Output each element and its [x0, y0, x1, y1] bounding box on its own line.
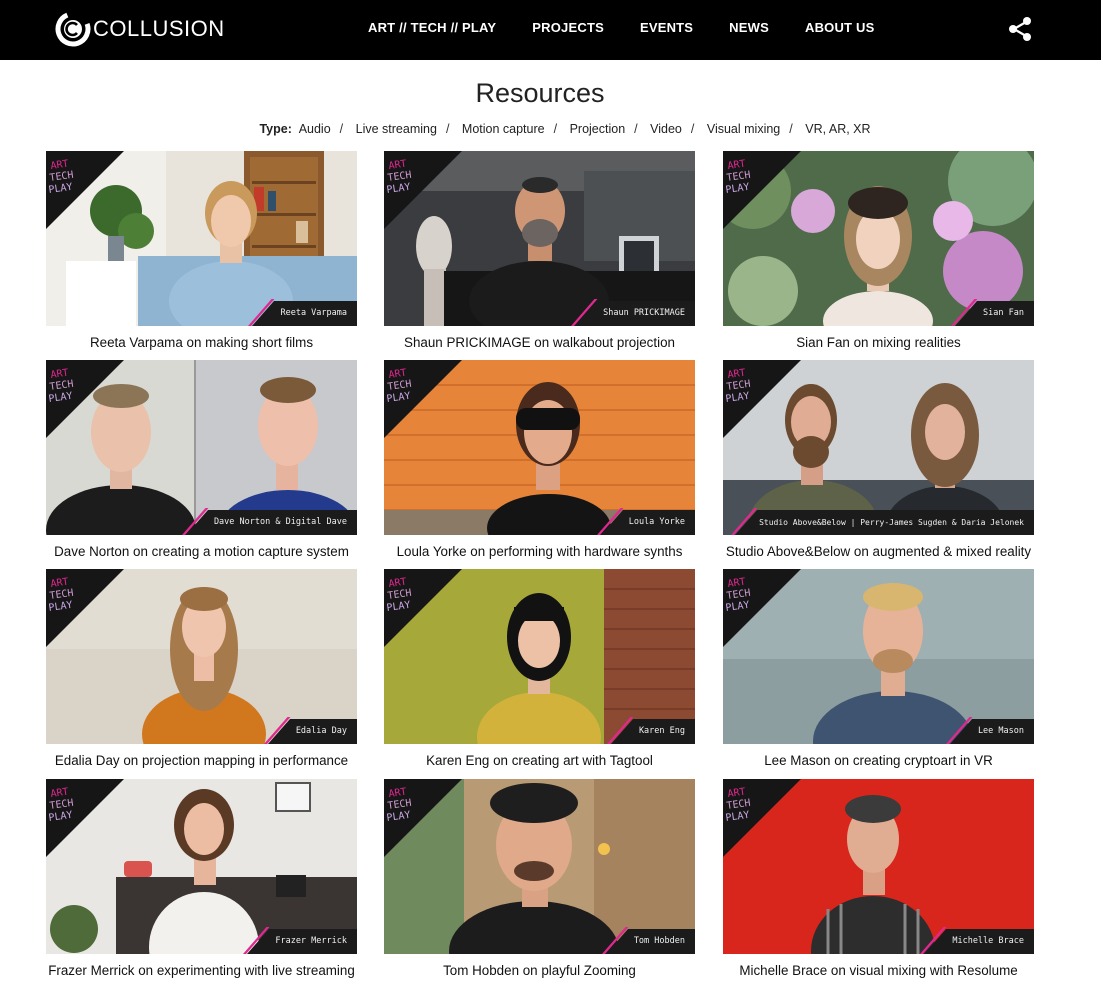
resource-title[interactable]: Karen Eng on creating art with Tagtool — [372, 753, 707, 768]
name-tag-bar: Sian Fan — [955, 301, 1034, 326]
video-thumbnail[interactable]: ART TECH PLAY Tom Hobden — [384, 779, 695, 954]
resource-card[interactable]: ART TECH PLAY Karen Eng Karen Eng on cre… — [384, 569, 695, 774]
name-tag-bar: Loula Yorke — [600, 510, 695, 535]
art-tech-play-badge: ART TECH PLAY — [723, 779, 801, 857]
resource-title[interactable]: Sian Fan on mixing realities — [711, 335, 1046, 350]
logo-text: COLLUSION — [93, 16, 225, 41]
video-thumbnail[interactable]: ART TECH PLAY Michelle Brace — [723, 779, 1034, 954]
video-thumbnail[interactable]: ART TECH PLAY Loula Yorke — [384, 360, 695, 535]
art-tech-play-badge: ART TECH PLAY — [723, 569, 801, 647]
resource-title[interactable]: Dave Norton on creating a motion capture… — [34, 544, 369, 559]
video-thumbnail[interactable]: ART TECH PLAY Edalia Day — [46, 569, 357, 744]
resource-title[interactable]: Tom Hobden on playful Zooming — [372, 963, 707, 978]
video-thumbnail[interactable]: ART TECH PLAY Frazer Merrick — [46, 779, 357, 954]
filter-audio[interactable]: Audio — [299, 122, 331, 136]
nav-about-us[interactable]: ABOUT US — [805, 20, 875, 35]
resource-card[interactable]: ART TECH PLAY Tom Hobden Tom Hobden on p… — [384, 779, 695, 984]
resource-title[interactable]: Studio Above&Below on augmented & mixed … — [711, 544, 1046, 559]
resource-card[interactable]: ART TECH PLAY Shaun PRICKIMAGE Shaun PRI… — [384, 151, 695, 356]
video-thumbnail[interactable]: ART TECH PLAY Sian Fan — [723, 151, 1034, 326]
resource-card[interactable]: ART TECH PLAY Loula Yorke Loula Yorke on… — [384, 360, 695, 565]
art-tech-play-badge: ART TECH PLAY — [384, 151, 462, 229]
resource-card[interactable]: ART TECH PLAY Reeta Varpama Reeta Varpam… — [46, 151, 357, 356]
resource-card[interactable]: ART TECH PLAY Edalia Day Edalia Day on p… — [46, 569, 357, 774]
resource-card[interactable]: ART TECH PLAY Michelle Brace Michelle Br… — [723, 779, 1034, 984]
name-tag-bar: Shaun PRICKIMAGE — [575, 301, 695, 326]
name-tag: Michelle Brace — [952, 936, 1024, 946]
name-tag: Tom Hobden — [633, 936, 685, 946]
name-tag-bar: Karen Eng — [610, 719, 695, 744]
share-icon[interactable] — [1006, 15, 1034, 43]
video-thumbnail[interactable]: ART TECH PLAY Lee Mason — [723, 569, 1034, 744]
video-thumbnail[interactable]: ART TECH PLAY Studio Above&Below | Perry… — [723, 360, 1034, 535]
resource-title[interactable]: Shaun PRICKIMAGE on walkabout projection — [372, 335, 707, 350]
name-tag-bar: Studio Above&Below | Perry-James Sugden … — [735, 510, 1034, 535]
filter-motion-capture[interactable]: Motion capture — [462, 122, 545, 136]
filter-vr-ar-xr[interactable]: VR, AR, XR — [805, 122, 870, 136]
filter-label: Type: — [259, 122, 292, 136]
video-thumbnail[interactable]: ART TECH PLAY Reeta Varpama — [46, 151, 357, 326]
video-thumbnail[interactable]: ART TECH PLAY Shaun PRICKIMAGE — [384, 151, 695, 326]
name-tag-bar: Edalia Day — [267, 719, 357, 744]
name-tag: Karen Eng — [638, 726, 685, 736]
nav-art-tech-play[interactable]: ART // TECH // PLAY — [368, 20, 496, 35]
art-tech-play-badge: ART TECH PLAY — [46, 151, 124, 229]
filter-video[interactable]: Video — [650, 122, 682, 136]
name-tag: Dave Norton & Digital Dave — [213, 517, 347, 527]
resource-card[interactable]: ART TECH PLAY Dave Norton & Digital Dave… — [46, 360, 357, 565]
name-tag-bar: Lee Mason — [949, 719, 1034, 744]
name-tag-bar: Dave Norton & Digital Dave — [185, 510, 357, 535]
name-tag: Lee Mason — [977, 726, 1024, 736]
resource-title[interactable]: Frazer Merrick on experimenting with liv… — [34, 963, 369, 978]
resource-title[interactable]: Lee Mason on creating cryptoart in VR — [711, 753, 1046, 768]
main-nav: ART // TECH // PLAY PROJECTS EVENTS NEWS… — [368, 20, 874, 35]
filter-visual-mixing[interactable]: Visual mixing — [707, 122, 780, 136]
name-tag: Shaun PRICKIMAGE — [603, 308, 685, 318]
name-tag: Loula Yorke — [628, 517, 685, 527]
name-tag: Edalia Day — [295, 726, 347, 736]
art-tech-play-badge: ART TECH PLAY — [384, 360, 462, 438]
name-tag: Studio Above&Below | Perry-James Sugden … — [759, 518, 1024, 527]
resource-card[interactable]: ART TECH PLAY Lee Mason Lee Mason on cre… — [723, 569, 1034, 774]
filter-live-streaming[interactable]: Live streaming — [356, 122, 437, 136]
type-filter-bar: Type: Audio / Live streaming / Motion capt… — [259, 122, 871, 136]
page-title: Resources — [475, 78, 605, 108]
filter-projection[interactable]: Projection — [570, 122, 626, 136]
art-tech-play-badge: ART TECH PLAY — [46, 360, 124, 438]
video-thumbnail[interactable]: ART TECH PLAY Karen Eng — [384, 569, 695, 744]
art-tech-play-badge: ART TECH PLAY — [723, 151, 801, 229]
art-tech-play-badge: ART TECH PLAY — [46, 779, 124, 857]
name-tag-bar: Tom Hobden — [605, 929, 695, 954]
art-tech-play-badge: ART TECH PLAY — [723, 360, 801, 438]
name-tag-bar: Michelle Brace — [924, 929, 1034, 954]
resource-card[interactable]: ART TECH PLAY Sian Fan Sian Fan on mixin… — [723, 151, 1034, 356]
resource-title[interactable]: Loula Yorke on performing with hardware … — [372, 544, 707, 559]
name-tag: Sian Fan — [983, 308, 1024, 318]
art-tech-play-badge: ART TECH PLAY — [46, 569, 124, 647]
name-tag: Frazer Merrick — [275, 936, 347, 946]
video-thumbnail[interactable]: ART TECH PLAY Dave Norton & Digital Dave — [46, 360, 357, 535]
resource-title[interactable]: Edalia Day on projection mapping in perf… — [34, 753, 369, 768]
site-header: COLLUSION ART // TECH // PLAY PROJECTS E… — [0, 0, 1101, 60]
nav-events[interactable]: EVENTS — [640, 20, 693, 35]
nav-news[interactable]: NEWS — [729, 20, 769, 35]
name-tag-bar: Frazer Merrick — [247, 929, 357, 954]
art-tech-play-badge: ART TECH PLAY — [384, 569, 462, 647]
name-tag-bar: Reeta Varpama — [252, 301, 357, 326]
collusion-logo-icon — [55, 11, 91, 47]
resource-card[interactable]: ART TECH PLAY Studio Above&Below | Perry… — [723, 360, 1034, 565]
site-logo[interactable]: COLLUSION — [55, 9, 225, 49]
resource-card[interactable]: ART TECH PLAY Frazer Merrick Frazer Merr… — [46, 779, 357, 984]
art-tech-play-badge: ART TECH PLAY — [384, 779, 462, 857]
nav-projects[interactable]: PROJECTS — [532, 20, 604, 35]
resource-title[interactable]: Michelle Brace on visual mixing with Res… — [711, 963, 1046, 978]
resource-title[interactable]: Reeta Varpama on making short films — [34, 335, 369, 350]
name-tag: Reeta Varpama — [280, 308, 347, 318]
